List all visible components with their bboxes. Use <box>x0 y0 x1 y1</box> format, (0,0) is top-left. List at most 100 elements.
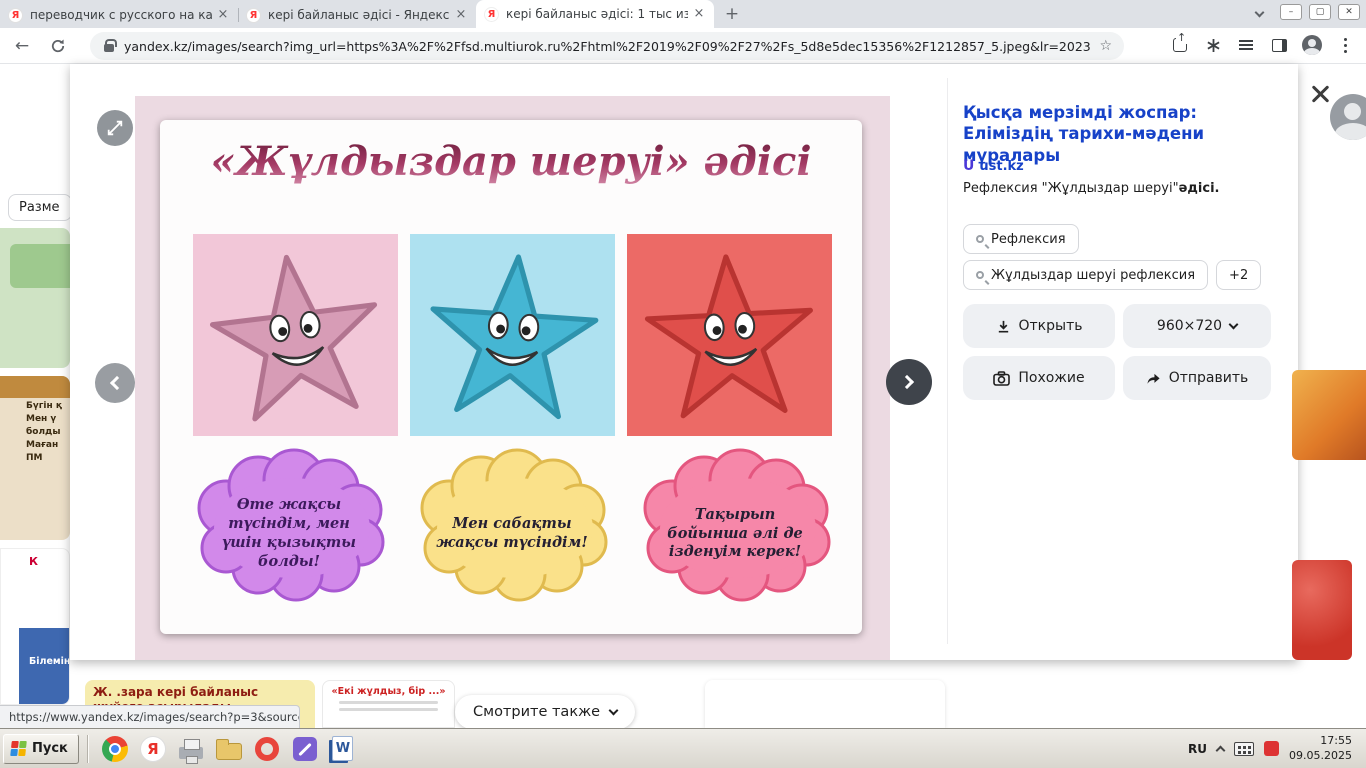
status-url-bubble: https://www.yandex.kz/images/search?p=3&… <box>0 705 300 728</box>
address-bar[interactable]: yandex.kz/images/search?img_url=https%3A… <box>90 32 1124 60</box>
browser-tab-strip: Я переводчик с русского на казахски × Я … <box>0 0 1366 28</box>
resolution-dropdown[interactable]: 960×720 <box>1123 304 1271 348</box>
download-icon <box>996 319 1011 334</box>
source-link[interactable]: ust.kz <box>979 159 1023 174</box>
yandex-favicon-icon: Я <box>484 7 499 22</box>
browser-tab-3-active[interactable]: Я кері байланыс әдісі: 1 тыс изобра × <box>476 0 714 28</box>
window-minimize-button[interactable]: – <box>1280 4 1302 20</box>
reload-icon <box>50 38 66 54</box>
thumbnail-placeholder-line <box>339 708 438 711</box>
start-button[interactable]: Пуск <box>3 734 79 764</box>
cloud-text: Мен сабақты жақсы түсіндім! <box>433 476 591 592</box>
chip-label: +2 <box>1229 268 1248 283</box>
image-viewer-overlay: «Жұлдыздар шеруі» әдісі <box>70 64 1298 660</box>
more-tags-chip[interactable]: +2 <box>1216 260 1261 290</box>
tab-close-icon[interactable]: × <box>216 8 230 22</box>
taskbar-yandex-button[interactable]: Я <box>134 733 172 765</box>
printer-icon <box>179 747 203 759</box>
see-also-button[interactable]: Смотрите также <box>455 695 635 729</box>
viewer-close-button[interactable] <box>1308 82 1332 106</box>
next-image-button[interactable] <box>886 359 932 405</box>
pink-star-icon <box>201 240 390 429</box>
back-button[interactable]: ← <box>8 32 36 60</box>
cloud-pink: Тақырып бойынша әлі де ізденуім керек! <box>630 448 840 620</box>
tab-title: кері байланыс әдісі - Яндекс: наш <box>268 8 450 22</box>
cloud-yellow: Мен сабақты жақсы түсіндім! <box>407 448 617 620</box>
asterisk-icon <box>1206 38 1221 53</box>
keyboard-tray-icon[interactable] <box>1234 742 1254 756</box>
system-tray: RU 17:55 09.05.2025 <box>1188 734 1366 764</box>
url-text[interactable]: yandex.kz/images/search?img_url=https%3A… <box>124 39 1091 54</box>
tray-expand-chevron-icon[interactable] <box>1216 745 1226 755</box>
thumbnail-text: Білемін <box>19 628 70 704</box>
share-icon <box>1173 38 1187 52</box>
serp-thumbnail[interactable]: К Білемін <box>0 548 70 705</box>
thumbnail-text: К <box>1 549 69 568</box>
taskbar-word-button[interactable]: W <box>324 733 362 765</box>
reload-button[interactable] <box>44 32 72 60</box>
partial-thumbnail[interactable] <box>1292 370 1366 460</box>
slide-image: «Жұлдыздар шеруі» әдісі <box>160 120 862 634</box>
taskbar-printer-button[interactable] <box>172 733 210 765</box>
chip-label: Рефлексия <box>991 232 1066 247</box>
slide-title: «Жұлдыздар шеруі» әдісі <box>160 138 862 185</box>
tab-search-chevron-icon[interactable] <box>1255 7 1265 17</box>
chevron-down-icon <box>609 705 619 715</box>
serp-thumbnail[interactable] <box>0 228 70 368</box>
taskbar-chrome-button[interactable] <box>96 733 134 765</box>
blue-star-icon <box>422 244 603 425</box>
tag-row: Рефлексия <box>963 224 1079 254</box>
new-tab-button[interactable]: + <box>720 2 744 26</box>
extension-button[interactable] <box>1200 32 1226 58</box>
search-icon <box>976 271 984 279</box>
tag-chip-zhuldyzdar[interactable]: Жұлдыздар шеруі рефлексия <box>963 260 1208 290</box>
result-title-link[interactable]: Қысқа мерзімді жоспар: Еліміздің тарихи-… <box>963 102 1263 166</box>
source-row[interactable]: U ust.kz <box>963 158 1024 174</box>
taskbar-folder-button[interactable] <box>210 733 248 765</box>
tab-close-icon[interactable]: × <box>454 8 468 22</box>
cloud-purple: Өте жақсы түсіндім, мен үшін қызықты бол… <box>184 448 394 620</box>
open-button[interactable]: Открыть <box>963 304 1115 348</box>
related-thumbnail[interactable]: «Екі жұлдыз, бір ...» <box>322 680 455 728</box>
clouds-row: Өте жақсы түсіндім, мен үшін қызықты бол… <box>184 448 840 620</box>
profile-avatar-icon <box>1302 35 1322 55</box>
user-avatar[interactable] <box>1330 94 1366 140</box>
taskbar-opera-button[interactable] <box>248 733 286 765</box>
viewed-image[interactable]: «Жұлдыздар шеруі» әдісі <box>135 96 890 660</box>
browser-tab-2[interactable]: Я кері байланыс әдісі - Яндекс: наш × <box>238 2 476 28</box>
tab-title: переводчик с русского на казахски <box>30 8 212 22</box>
lock-icon <box>104 44 114 52</box>
serp-thumbnail[interactable]: Бүгін қ Мен ү болды Маған ПМ <box>0 376 70 540</box>
reading-list-button[interactable] <box>1233 32 1259 58</box>
bookmark-star-icon[interactable]: ☆ <box>1099 38 1112 54</box>
similar-images-button[interactable]: Похожие <box>963 356 1115 400</box>
toolbar-right-icons <box>1160 32 1358 58</box>
share-image-button[interactable]: Отправить <box>1123 356 1271 400</box>
clock[interactable]: 17:55 09.05.2025 <box>1289 734 1358 764</box>
tag-chip-reflexia[interactable]: Рефлексия <box>963 224 1079 254</box>
browser-menu-button[interactable] <box>1332 32 1358 58</box>
related-card[interactable] <box>705 680 945 728</box>
taskbar-editor-button[interactable] <box>286 733 324 765</box>
partial-thumbnail[interactable] <box>1292 560 1352 660</box>
red-star-icon <box>640 246 819 425</box>
window-restore-button[interactable]: ▢ <box>1309 4 1331 20</box>
side-panel-button[interactable] <box>1266 32 1292 58</box>
browser-tab-1[interactable]: Я переводчик с русского на казахски × <box>0 2 238 28</box>
word-icon: W <box>332 736 353 761</box>
yandex-favicon-icon: Я <box>8 8 23 23</box>
window-close-button[interactable]: ✕ <box>1338 4 1360 20</box>
yandex-browser-icon: Я <box>140 736 166 762</box>
profile-button[interactable] <box>1299 32 1325 58</box>
chevron-down-icon <box>1229 319 1239 329</box>
screen: Я переводчик с русского на казахски × Я … <box>0 0 1366 768</box>
previous-image-button[interactable] <box>95 363 135 403</box>
share-button[interactable] <box>1167 32 1193 58</box>
fullscreen-expand-button[interactable] <box>97 110 133 146</box>
language-indicator[interactable]: RU <box>1188 742 1207 756</box>
tab-close-icon[interactable]: × <box>692 7 706 21</box>
notification-tray-icon[interactable] <box>1264 741 1279 756</box>
windows-taskbar: Пуск Я W RU 17:55 09.05.2025 <box>0 728 1366 768</box>
cloud-text: Өте жақсы түсіндім, мен үшін қызықты бол… <box>210 476 368 592</box>
size-filter-chip[interactable]: Разме <box>8 194 72 221</box>
